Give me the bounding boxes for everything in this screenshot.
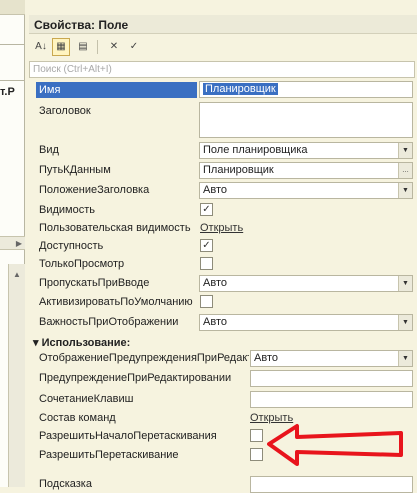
ellipsis-icon[interactable]: …: [398, 163, 412, 178]
chevron-down-icon[interactable]: ▼: [398, 351, 412, 366]
visibility-checkbox[interactable]: ✓: [200, 203, 213, 216]
usage-section-header[interactable]: ▾ Использование:: [33, 336, 130, 349]
title-position-dropdown[interactable]: Авто ▼: [199, 182, 413, 199]
left-panel-divider: [0, 80, 25, 81]
arrow-shape: [267, 424, 403, 466]
red-arrow-annotation: [267, 424, 403, 466]
title-position-value: Авто: [203, 184, 227, 196]
apply-icon[interactable]: ✓: [125, 38, 143, 56]
display-importance-dropdown[interactable]: Авто ▼: [199, 314, 413, 331]
property-label-commands: Состав команд: [39, 412, 116, 424]
property-label-datapath: ПутьКДанным: [39, 164, 111, 176]
allow-drag-start-checkbox[interactable]: [250, 429, 263, 442]
property-label-enabled: Доступность: [39, 240, 104, 252]
chevron-down-icon[interactable]: ▼: [398, 183, 412, 198]
property-label-title: Заголовок: [39, 105, 91, 117]
property-label-activate-default: АктивизироватьПоУмолчанию: [39, 296, 193, 308]
property-label-visibility: Видимость: [39, 204, 95, 216]
selected-row-highlight[interactable]: Имя: [36, 82, 197, 98]
skip-on-input-dropdown[interactable]: Авто ▼: [199, 275, 413, 292]
property-label-warning-display: ОтображениеПредупрежденияПриРедакт: [39, 352, 249, 364]
left-panel-hscrollbar[interactable]: ▶: [0, 236, 25, 250]
search-input[interactable]: Поиск (Ctrl+Alt+I): [29, 61, 415, 78]
activate-default-checkbox[interactable]: [200, 295, 213, 308]
warning-display-dropdown[interactable]: Авто ▼: [250, 350, 413, 367]
left-panel: т.Р ▶ ▲: [0, 0, 25, 487]
chevron-down-icon[interactable]: ▼: [398, 276, 412, 291]
kind-value: Поле планировщика: [203, 144, 308, 156]
scroll-up-icon[interactable]: ▲: [13, 270, 21, 279]
collapse-icon[interactable]: ▾: [33, 337, 39, 349]
title-field[interactable]: [199, 102, 413, 138]
property-label-skip-on-input: ПропускатьПриВводе: [39, 277, 150, 289]
property-label-kind: Вид: [39, 144, 59, 156]
skip-on-input-value: Авто: [203, 277, 227, 289]
left-panel-header: [0, 0, 25, 15]
kind-dropdown[interactable]: Поле планировщика ▼: [199, 142, 413, 159]
chevron-down-icon[interactable]: ▼: [398, 143, 412, 158]
user-visibility-link[interactable]: Открыть: [200, 222, 243, 234]
property-label-user-visibility: Пользовательская видимость: [39, 222, 191, 234]
display-importance-value: Авто: [203, 316, 227, 328]
delete-icon[interactable]: ✕: [105, 38, 123, 56]
shortcut-field[interactable]: [250, 391, 413, 408]
property-label-edit-warning: ПредупреждениеПриРедактировании: [39, 372, 232, 384]
datapath-value: Планировщик: [203, 164, 274, 176]
properties-panel: Свойства: Поле A↓ ▦ ▤ ✕ ✓ Поиск (Ctrl+Al…: [29, 0, 417, 493]
property-label-tooltip: Подсказка: [39, 478, 92, 490]
usage-section-title: Использование:: [41, 337, 131, 349]
left-panel-fragment: т.Р: [0, 86, 15, 98]
name-field[interactable]: Планировщик: [199, 81, 413, 98]
datapath-field[interactable]: Планировщик …: [199, 162, 413, 179]
property-label-readonly: ТолькоПросмотр: [39, 258, 125, 270]
scroll-right-icon[interactable]: ▶: [16, 239, 22, 248]
property-label-display-importance: ВажностьПриОтображении: [39, 316, 179, 328]
allow-drag-checkbox[interactable]: [250, 448, 263, 461]
name-value: Планировщик: [203, 83, 278, 95]
enabled-checkbox[interactable]: ✓: [200, 239, 213, 252]
filter-icon[interactable]: ▤: [74, 38, 92, 56]
warning-display-value: Авто: [254, 352, 278, 364]
property-label-allow-drag-start: РазрешитьНачалоПеретаскивания: [39, 430, 217, 442]
tooltip-field[interactable]: [250, 476, 413, 493]
properties-toolbar: A↓ ▦ ▤ ✕ ✓: [29, 36, 417, 58]
readonly-checkbox[interactable]: [200, 257, 213, 270]
property-label-title-position: ПоложениеЗаголовка: [39, 184, 150, 196]
property-label-allow-drag: РазрешитьПеретаскивание: [39, 449, 179, 461]
toolbar-separator: [97, 40, 98, 54]
left-panel-vscrollbar[interactable]: ▲: [8, 264, 25, 487]
chevron-down-icon[interactable]: ▼: [398, 315, 412, 330]
sort-alpha-icon[interactable]: A↓: [32, 38, 50, 56]
property-label-shortcut: СочетаниеКлавиш: [39, 393, 134, 405]
categorized-icon[interactable]: ▦: [52, 38, 70, 56]
edit-warning-field[interactable]: [250, 370, 413, 387]
property-label-name: Имя: [39, 84, 61, 96]
properties-title-bar: Свойства: Поле: [29, 15, 417, 34]
left-panel-divider: [0, 44, 25, 45]
panel-title: Свойства: Поле: [34, 18, 129, 32]
